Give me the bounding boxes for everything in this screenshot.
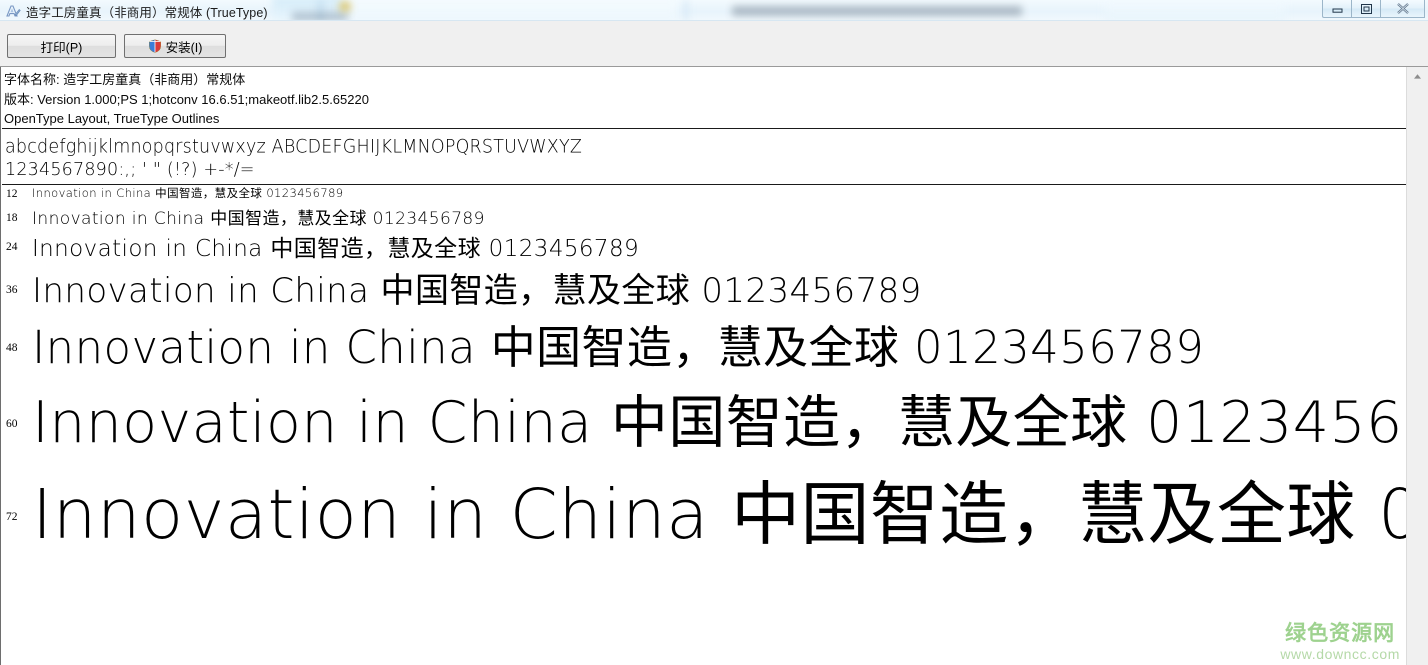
font-preview-pane: 字体名称: 造字工房童真（非商用）常规体 版本: Version 1.000;P… xyxy=(0,67,1428,665)
glass-blur-region xyxy=(732,6,1022,16)
font-info-block: 字体名称: 造字工房童真（非商用）常规体 版本: Version 1.000;P… xyxy=(4,70,369,129)
maximize-button[interactable] xyxy=(1351,0,1380,18)
font-layout-line: OpenType Layout, TrueType Outlines xyxy=(4,109,369,129)
glass-blur-region xyxy=(272,0,342,21)
sample-size-label: 18 xyxy=(6,212,18,224)
minimize-icon xyxy=(1330,4,1345,14)
print-button[interactable]: 打印(P) xyxy=(7,34,116,58)
sample-size-label: 48 xyxy=(6,342,18,354)
scroll-up-arrow-icon xyxy=(1413,73,1422,80)
sample-size-label: 72 xyxy=(6,511,18,523)
sample-text: Innovation in China 中国智造，慧及全球 0123456789 xyxy=(32,185,344,201)
sample-size-label: 24 xyxy=(6,241,18,253)
minimize-button[interactable] xyxy=(1322,0,1351,18)
sample-text: Innovation in China 中国智造，慧及全球 0123456789 xyxy=(32,263,922,312)
glass-blur-region xyxy=(1105,0,1285,21)
divider-top xyxy=(2,128,1406,129)
maximize-icon xyxy=(1359,3,1374,15)
sample-text: Innovation in China 中国智造，慧及全球 0123456789 xyxy=(32,311,1204,376)
sample-text: Innovation in China 中国智造，慧及全球 0123456789 xyxy=(32,204,485,229)
font-name-line: 字体名称: 造字工房童真（非商用）常规体 xyxy=(4,70,369,90)
uac-shield-icon xyxy=(148,39,162,53)
sample-text: Innovation in China 中国智造，慧及全球 0123456789 xyxy=(32,458,1428,558)
toolbar: 打印(P) 安装(I) xyxy=(0,21,1428,67)
sample-text: Innovation in China 中国智造，慧及全球 0123456789 xyxy=(32,377,1428,459)
glass-blur-region xyxy=(339,1,351,12)
glass-blur-region xyxy=(684,0,688,21)
close-button[interactable] xyxy=(1380,0,1425,18)
glass-blur-region xyxy=(292,12,348,21)
alphabet-line-letters: abcdefghijklmnopqrstuvwxyz ABCDEFGHIJKLM… xyxy=(5,137,582,158)
sample-text: Innovation in China 中国智造，慧及全球 0123456789 xyxy=(32,229,639,263)
font-preview-icon xyxy=(5,3,21,19)
font-preview-window: 造字工房童真（非商用）常规体 (TrueType) xyxy=(0,0,1428,665)
sample-size-label: 60 xyxy=(6,418,18,430)
sample-size-label: 12 xyxy=(6,188,18,200)
sample-size-label: 36 xyxy=(6,284,18,296)
window-controls xyxy=(1322,0,1425,18)
print-button-label: 打印(P) xyxy=(41,37,83,56)
scrollbar-track[interactable] xyxy=(1407,86,1428,665)
window-title: 造字工房童真（非商用）常规体 (TrueType) xyxy=(26,2,268,21)
close-icon xyxy=(1395,2,1411,15)
scroll-up-button[interactable] xyxy=(1407,67,1428,86)
title-bar: 造字工房童真（非商用）常规体 (TrueType) xyxy=(0,0,1428,21)
vertical-scrollbar[interactable] xyxy=(1406,67,1428,665)
alphabet-line-digits: 1234567890:,; ' " (!?) +-*/= xyxy=(5,160,255,180)
font-version-line: 版本: Version 1.000;PS 1;hotconv 16.6.51;m… xyxy=(4,90,369,110)
install-button[interactable]: 安装(I) xyxy=(124,34,226,58)
glass-blur-region xyxy=(318,0,323,21)
glass-blur-region xyxy=(348,0,678,21)
install-button-label: 安装(I) xyxy=(166,37,203,56)
